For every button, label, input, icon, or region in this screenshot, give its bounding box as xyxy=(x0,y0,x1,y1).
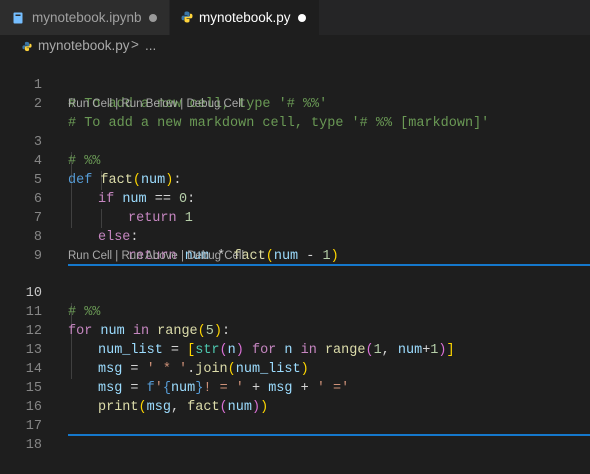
breadcrumb: mynotebook.py > ... xyxy=(0,35,590,57)
tab-bar: mynotebook.ipynb mynotebook.py xyxy=(0,0,590,35)
code-line[interactable]: 8 return num * fact(num - 1) xyxy=(0,209,590,264)
codelens-run-cell[interactable]: Run Cell | Run Above | Debug Cell xyxy=(68,248,244,264)
line-number: 9 xyxy=(33,249,42,264)
tab-label: mynotebook.ipynb xyxy=(32,10,142,25)
modified-dot-icon[interactable] xyxy=(298,14,306,22)
line-number: 2 xyxy=(33,97,42,112)
tab-mynotebook-ipynb[interactable]: mynotebook.ipynb xyxy=(0,0,170,35)
tab-label: mynotebook.py xyxy=(199,10,291,25)
code-line[interactable]: 4 def fact(num): xyxy=(0,133,590,188)
breadcrumb-file[interactable]: mynotebook.py xyxy=(38,38,130,53)
notebook-file-icon xyxy=(13,12,23,24)
code-line[interactable]: 12 num_list = [str(n) for n in range(1, … xyxy=(0,303,590,358)
code-line[interactable]: 13 msg = ' * '.join(num_list) xyxy=(0,322,590,377)
bracket: ) xyxy=(330,249,339,264)
code-line-active[interactable]: 10 # %% xyxy=(0,265,590,320)
code-line[interactable]: 3 # %% xyxy=(0,114,590,169)
code-line[interactable]: 6 return 1 xyxy=(0,171,590,226)
modified-dot-icon[interactable] xyxy=(149,14,157,22)
code-line[interactable]: 9 xyxy=(0,228,590,264)
tab-mynotebook-py[interactable]: mynotebook.py xyxy=(170,0,319,35)
code-line[interactable]: 1 # To add a new cell, type '# %%' xyxy=(0,57,590,112)
code-line[interactable]: 14 msg = f'{num}! = ' + msg + ' =' xyxy=(0,341,590,396)
code-line[interactable]: 16 xyxy=(0,379,590,415)
code-line[interactable]: 2 # To add a new markdown cell, type '# … xyxy=(0,76,590,131)
line-number: 18 xyxy=(25,438,42,453)
code-line[interactable]: 17 xyxy=(0,398,590,434)
breadcrumb-symbols[interactable]: ... xyxy=(145,38,156,53)
bracket: ( xyxy=(265,249,274,264)
code-line[interactable]: 7 else: xyxy=(0,190,590,245)
python-file-icon xyxy=(22,41,32,52)
python-file-icon xyxy=(181,11,193,23)
number: 1 xyxy=(322,249,331,264)
cell-separator xyxy=(68,434,590,436)
chevron-right-icon: > xyxy=(131,37,139,52)
code-line[interactable]: 11 for num in range(5): xyxy=(0,284,590,339)
code-line[interactable]: 15 print(msg, fact(num)) xyxy=(0,360,590,415)
operator: - xyxy=(298,249,323,264)
codelens-run-cell[interactable]: Run Cell | Run Below | Debug Cell xyxy=(68,96,243,112)
code-line[interactable]: 5 if num == 0: xyxy=(0,152,590,207)
code-editor[interactable]: 1 # To add a new cell, type '# %%' 2 # T… xyxy=(0,57,590,453)
variable: num xyxy=(273,249,299,264)
